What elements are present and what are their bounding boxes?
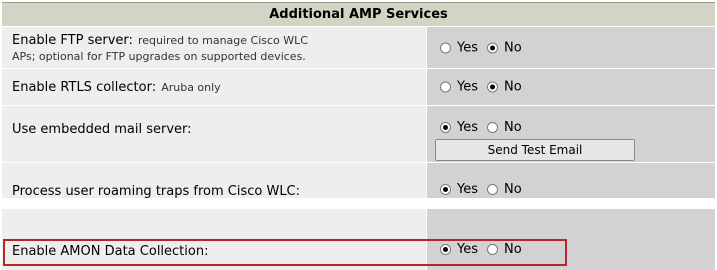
label-cell: Enable AMON Data Collection: [2,209,427,270]
row-enable-ftp-server: Enable FTP server: required to manage Ci… [2,27,715,69]
row-use-embedded-mail-server: Use embedded mail server: Yes No Send Te… [2,106,715,163]
radio-option-no[interactable]: No [487,120,522,135]
label-block: Enable RTLS collector: Aruba only [12,78,221,96]
radio-yes-label: Yes [457,79,478,95]
value-cell: Yes No [427,209,715,270]
radio-option-yes[interactable]: Yes [440,80,478,95]
radio-group-mail: Yes No [440,120,531,135]
setting-label: Enable AMON Data Collection: [12,244,209,259]
radio-group-roaming: Yes No [440,182,531,197]
setting-note: Aruba only [161,81,221,94]
radio-yes-icon[interactable] [440,122,451,133]
radio-option-yes[interactable]: Yes [440,40,478,55]
value-cell: Yes No Send Test Email [427,106,715,163]
setting-note: required to manage Cisco WLC [137,33,308,47]
label-cell: Enable FTP server: required to manage Ci… [2,27,427,69]
radio-option-yes[interactable]: Yes [440,242,478,257]
radio-no-icon[interactable] [487,81,498,93]
label-block: Enable AMON Data Collection: [12,242,208,260]
additional-amp-services-panel: Additional AMP Services Enable FTP serve… [2,2,715,270]
radio-no-icon[interactable] [487,184,498,195]
radio-no-label: No [504,120,522,135]
value-cell: Yes No [427,69,715,106]
radio-option-no[interactable]: No [487,80,522,95]
radio-option-no[interactable]: No [487,182,522,197]
radio-yes-label: Yes [457,242,478,257]
label-cell: Process user roaming traps from Cisco WL… [2,163,427,199]
radio-no-label: No [504,242,522,257]
row-process-user-roaming-traps: Process user roaming traps from Cisco WL… [2,163,715,199]
radio-no-icon[interactable] [487,244,498,255]
radio-yes-icon[interactable] [440,81,451,93]
section-title: Additional AMP Services [269,7,448,22]
radio-group-rtls: Yes No [440,80,531,95]
radio-no-label: No [504,182,522,197]
radio-yes-icon[interactable] [440,244,451,255]
value-cell: Yes No [427,163,715,199]
radio-yes-icon[interactable] [440,184,451,195]
radio-yes-label: Yes [457,40,478,55]
radio-yes-label: Yes [457,182,478,197]
radio-option-no[interactable]: No [487,242,522,257]
radio-yes-label: Yes [457,120,478,135]
radio-option-yes[interactable]: Yes [440,120,478,135]
radio-no-icon[interactable] [487,42,498,53]
radio-group-amon: Yes No [440,242,531,257]
setting-label: Enable RTLS collector: [12,80,157,95]
radio-no-label: No [504,40,522,55]
radio-no-icon[interactable] [487,122,498,133]
radio-no-label: No [504,79,522,95]
label-cell: Enable RTLS collector: Aruba only [2,69,427,106]
setting-label: Enable FTP server: [12,32,133,48]
label-block: Enable FTP server: required to manage Ci… [12,31,308,65]
setting-note-line2: APs; optional for FTP upgrades on suppor… [12,49,306,63]
section-header: Additional AMP Services [2,2,715,27]
radio-option-yes[interactable]: Yes [440,182,478,197]
send-test-email-button[interactable]: Send Test Email [435,139,635,161]
radio-option-no[interactable]: No [487,40,522,55]
radio-yes-icon[interactable] [440,42,451,53]
value-cell: Yes No [427,27,715,69]
label-block: Process user roaming traps from Cisco WL… [12,182,300,200]
setting-label: Use embedded mail server: [12,122,192,137]
row-enable-amon-data-collection: Enable AMON Data Collection: Yes No [2,209,715,270]
setting-label: Process user roaming traps from Cisco WL… [12,184,301,199]
label-cell: Use embedded mail server: [2,106,427,163]
label-block: Use embedded mail server: [12,120,192,138]
radio-group-ftp: Yes No [440,40,531,55]
row-enable-rtls-collector: Enable RTLS collector: Aruba only Yes No [2,69,715,106]
